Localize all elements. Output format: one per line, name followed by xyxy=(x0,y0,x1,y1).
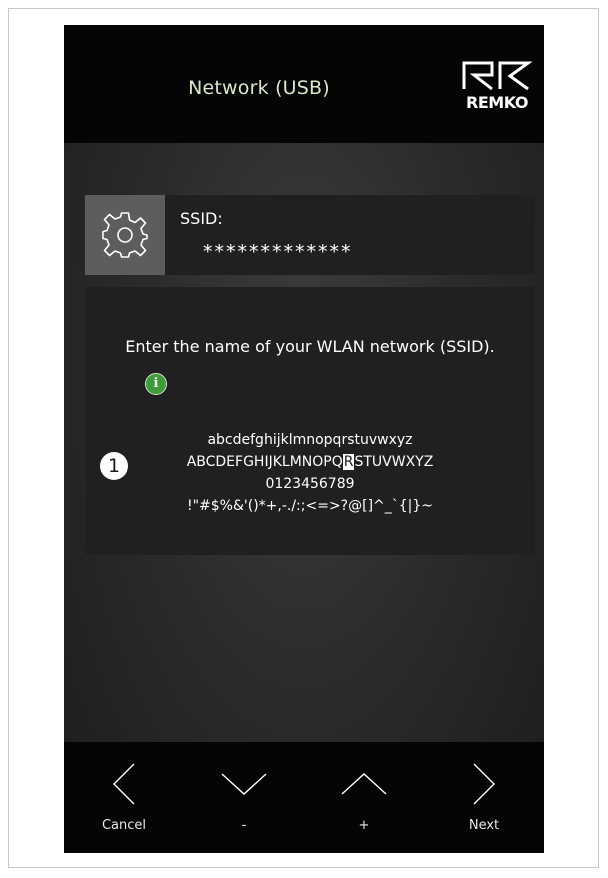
logo-text: REMKO xyxy=(466,93,528,112)
instruction-text: Enter the name of your WLAN network (SSI… xyxy=(125,337,495,356)
charset-symbols[interactable]: !"#$%&'()*+,-./:;<=>?@[]^_`{|}~ xyxy=(85,498,535,514)
chevron-down-icon xyxy=(221,773,267,795)
callout-marker: 1 xyxy=(100,452,128,480)
next-button[interactable]: Next xyxy=(424,742,544,853)
charset-lowercase[interactable]: abcdefghijklmnopqrstuvwxyz xyxy=(85,432,535,448)
footer-nav: Cancel - + Next xyxy=(64,742,544,853)
charset-digits[interactable]: 0123456789 xyxy=(85,476,535,492)
increase-button[interactable]: + xyxy=(304,742,424,853)
decrease-label: - xyxy=(241,818,247,833)
ssid-value: ************* xyxy=(203,241,353,263)
increase-label: + xyxy=(358,818,370,833)
charset-uppercase[interactable]: ABCDEFGHIJKLMNOPQRSTUVWXYZ xyxy=(85,454,535,470)
ssid-label: SSID: xyxy=(180,209,223,228)
decrease-button[interactable]: - xyxy=(184,742,304,853)
charset-uppercase-before: ABCDEFGHIJKLMNOPQ xyxy=(186,454,343,470)
cancel-button[interactable]: Cancel xyxy=(64,742,184,853)
gear-icon xyxy=(102,212,148,258)
page-title: Network (USB) xyxy=(188,77,330,99)
header-bar: Network (USB) REMKO xyxy=(64,25,544,143)
chevron-up-icon xyxy=(341,773,387,795)
device-screen: Network (USB) REMKO SSID: ************* … xyxy=(64,25,544,853)
input-panel: Enter the name of your WLAN network (SSI… xyxy=(85,287,535,555)
chevron-right-icon xyxy=(473,763,495,805)
cancel-label: Cancel xyxy=(101,818,147,833)
ssid-setting-row[interactable]: SSID: ************* xyxy=(85,195,535,275)
next-label: Next xyxy=(468,818,500,833)
charset-uppercase-after: STUVWXYZ xyxy=(354,454,434,470)
chevron-left-icon xyxy=(113,763,135,805)
remko-logo: REMKO xyxy=(462,59,533,115)
selected-character: R xyxy=(342,454,355,470)
info-icon[interactable]: i xyxy=(145,373,167,395)
settings-icon-box xyxy=(85,195,165,275)
remko-logo-mark xyxy=(462,61,533,91)
